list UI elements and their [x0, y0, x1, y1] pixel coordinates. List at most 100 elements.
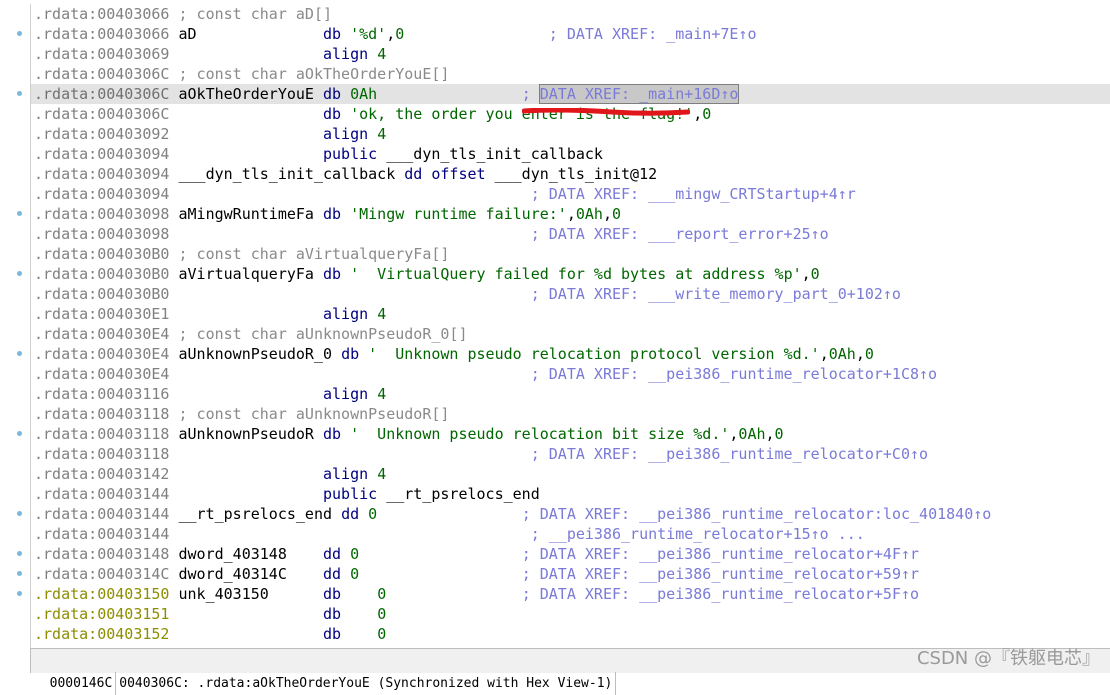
line-content[interactable]: dword_40314C dd 0 ; DATA XREF: __pei386_… — [169, 565, 919, 583]
line-address[interactable]: .rdata:004030B0 — [34, 265, 169, 283]
line-address[interactable]: .rdata:00403116 — [34, 385, 169, 403]
listing-line[interactable]: .rdata:004030E4 ; DATA XREF: __pei386_ru… — [31, 364, 1110, 384]
listing-line[interactable]: .rdata:004030B0 aVirtualqueryFa db ' Vir… — [31, 264, 1110, 284]
line-content[interactable]: aVirtualqueryFa db ' VirtualQuery failed… — [169, 265, 819, 283]
line-address[interactable]: .rdata:004030E1 — [34, 305, 169, 323]
line-content[interactable]: ; DATA XREF: __pei386_runtime_relocator+… — [169, 365, 937, 383]
line-address[interactable]: .rdata:00403092 — [34, 125, 169, 143]
line-address[interactable]: .rdata:00403098 — [34, 205, 169, 223]
disassembly-listing[interactable]: .rdata:00403066 ; const char aD[] .rdata:… — [30, 4, 1110, 648]
line-content[interactable]: ; const char aUnknownPseudoR_0[] — [169, 325, 467, 343]
line-content[interactable]: aUnknownPseudoR db ' Unknown pseudo relo… — [169, 425, 783, 443]
line-address[interactable]: .rdata:00403069 — [34, 45, 169, 63]
line-content[interactable]: ___dyn_tls_init_callback dd offset ___dy… — [169, 165, 657, 183]
line-address[interactable]: .rdata:004030B0 — [34, 285, 169, 303]
line-address[interactable]: .rdata:00403142 — [34, 465, 169, 483]
line-address[interactable]: .rdata:00403098 — [34, 225, 169, 243]
listing-line[interactable]: .rdata:00403094 ___dyn_tls_init_callback… — [31, 164, 1110, 184]
line-content[interactable]: align 4 — [169, 385, 386, 403]
listing-line[interactable]: .rdata:00403066 ; const char aD[] — [31, 4, 1110, 24]
listing-line[interactable]: .rdata:00403069 align 4 — [31, 44, 1110, 64]
listing-line[interactable]: .rdata:0040306C db 'ok, the order you en… — [31, 104, 1110, 124]
line-content[interactable]: dword_403148 dd 0 ; DATA XREF: __pei386_… — [169, 545, 919, 563]
line-content[interactable]: aMingwRuntimeFa db 'Mingw runtime failur… — [169, 205, 621, 223]
line-address[interactable]: .rdata:00403151 — [34, 605, 169, 623]
listing-line[interactable]: .rdata:00403094 public ___dyn_tls_init_c… — [31, 144, 1110, 164]
line-content[interactable]: aOkTheOrderYouE db 0Ah ; DATA XREF: _mai… — [169, 84, 740, 104]
line-address[interactable]: .rdata:00403066 — [34, 25, 169, 43]
listing-line[interactable]: .rdata:00403098 ; DATA XREF: ___report_e… — [31, 224, 1110, 244]
line-content[interactable]: aUnknownPseudoR_0 db ' Unknown pseudo re… — [169, 345, 873, 363]
listing-gutter — [0, 0, 30, 648]
listing-line[interactable]: .rdata:00403094 ; DATA XREF: ___mingw_CR… — [31, 184, 1110, 204]
listing-line[interactable]: .rdata:00403150 unk_403150 db 0 ; DATA X… — [31, 584, 1110, 604]
line-content[interactable]: ; __pei386_runtime_relocator+15↑o ... — [169, 525, 865, 543]
line-address[interactable]: .rdata:00403152 — [34, 625, 169, 643]
listing-line[interactable]: .rdata:00403148 dword_403148 dd 0 ; DATA… — [31, 544, 1110, 564]
line-content[interactable]: ; const char aOkTheOrderYouE[] — [169, 65, 449, 83]
line-content[interactable]: __rt_psrelocs_end dd 0 ; DATA XREF: __pe… — [169, 505, 991, 523]
line-content[interactable]: db 0 — [169, 605, 386, 623]
listing-line[interactable]: .rdata:004030B0 ; const char aVirtualque… — [31, 244, 1110, 264]
line-address[interactable]: .rdata:0040306C — [34, 105, 169, 123]
line-content[interactable]: align 4 — [169, 45, 386, 63]
line-content[interactable]: ; const char aUnknownPseudoR[] — [169, 405, 449, 423]
line-content[interactable]: ; DATA XREF: ___report_error+25↑o — [169, 225, 829, 243]
listing-line[interactable]: .rdata:00403152 db 0 — [31, 624, 1110, 644]
line-address[interactable]: .rdata:0040306C — [34, 85, 169, 103]
line-content[interactable]: public __rt_psrelocs_end — [169, 485, 540, 503]
xref-marker-dot — [17, 571, 22, 576]
line-address[interactable]: .rdata:00403094 — [34, 165, 169, 183]
line-content[interactable]: align 4 — [169, 465, 386, 483]
listing-line[interactable]: .rdata:00403118 ; const char aUnknownPse… — [31, 404, 1110, 424]
line-content[interactable]: ; DATA XREF: ___mingw_CRTStartup+4↑r — [169, 185, 856, 203]
line-content[interactable]: align 4 — [169, 125, 386, 143]
line-address[interactable]: .rdata:004030B0 — [34, 245, 169, 263]
line-content[interactable]: ; const char aVirtualqueryFa[] — [169, 245, 449, 263]
line-address[interactable]: .rdata:004030E4 — [34, 365, 169, 383]
line-address[interactable]: .rdata:004030E4 — [34, 345, 169, 363]
listing-line[interactable]: .rdata:004030B0 ; DATA XREF: ___write_me… — [31, 284, 1110, 304]
line-address[interactable]: .rdata:00403118 — [34, 425, 169, 443]
listing-line[interactable]: .rdata:00403118 ; DATA XREF: __pei386_ru… — [31, 444, 1110, 464]
line-address[interactable]: .rdata:00403094 — [34, 145, 169, 163]
listing-line[interactable]: .rdata:00403098 aMingwRuntimeFa db 'Ming… — [31, 204, 1110, 224]
listing-line[interactable]: .rdata:004030E1 align 4 — [31, 304, 1110, 324]
line-address[interactable]: .rdata:00403094 — [34, 185, 169, 203]
line-content[interactable]: ; DATA XREF: ___write_memory_part_0+102↑… — [169, 285, 901, 303]
line-address[interactable]: .rdata:00403066 — [34, 5, 169, 23]
listing-line[interactable]: .rdata:00403144 ; __pei386_runtime_reloc… — [31, 524, 1110, 544]
line-address[interactable]: .rdata:00403118 — [34, 405, 169, 423]
listing-line[interactable]: .rdata:004030E4 aUnknownPseudoR_0 db ' U… — [31, 344, 1110, 364]
line-content[interactable]: db 'ok, the order you enter is the flag!… — [169, 105, 711, 123]
xref-marker-dot — [17, 91, 22, 96]
line-address[interactable]: .rdata:00403148 — [34, 545, 169, 563]
listing-line[interactable]: .rdata:00403144 public __rt_psrelocs_end — [31, 484, 1110, 504]
line-content[interactable]: align 4 — [169, 305, 386, 323]
line-address[interactable]: .rdata:004030E4 — [34, 325, 169, 343]
line-content[interactable]: db 0 — [169, 625, 386, 643]
listing-line[interactable]: .rdata:00403092 align 4 — [31, 124, 1110, 144]
line-content[interactable]: aD db '%d',0 ; DATA XREF: _main+7E↑o — [169, 25, 756, 43]
line-address[interactable]: .rdata:00403150 — [34, 585, 169, 603]
line-address[interactable]: .rdata:00403118 — [34, 445, 169, 463]
line-address[interactable]: .rdata:00403144 — [34, 505, 169, 523]
line-address[interactable]: .rdata:00403144 — [34, 485, 169, 503]
listing-line[interactable]: .rdata:0040306C ; const char aOkTheOrder… — [31, 64, 1110, 84]
listing-line[interactable]: .rdata:00403144 __rt_psrelocs_end dd 0 ;… — [31, 504, 1110, 524]
line-content[interactable]: unk_403150 db 0 ; DATA XREF: __pei386_ru… — [169, 585, 919, 603]
listing-line[interactable]: .rdata:00403151 db 0 — [31, 604, 1110, 624]
listing-line[interactable]: .rdata:004030E4 ; const char aUnknownPse… — [31, 324, 1110, 344]
line-content[interactable]: ; const char aD[] — [169, 5, 332, 23]
line-address[interactable]: .rdata:00403144 — [34, 525, 169, 543]
listing-line[interactable]: .rdata:00403066 aD db '%d',0 ; DATA XREF… — [31, 24, 1110, 44]
line-content[interactable]: public ___dyn_tls_init_callback — [169, 145, 603, 163]
listing-line[interactable]: .rdata:00403118 aUnknownPseudoR db ' Unk… — [31, 424, 1110, 444]
listing-line[interactable]: .rdata:0040314C dword_40314C dd 0 ; DATA… — [31, 564, 1110, 584]
listing-line[interactable]: .rdata:00403142 align 4 — [31, 464, 1110, 484]
listing-line[interactable]: .rdata:0040306C aOkTheOrderYouE db 0Ah ;… — [31, 84, 1110, 104]
line-address[interactable]: .rdata:0040306C — [34, 65, 169, 83]
listing-line[interactable]: .rdata:00403116 align 4 — [31, 384, 1110, 404]
line-address[interactable]: .rdata:0040314C — [34, 565, 169, 583]
line-content[interactable]: ; DATA XREF: __pei386_runtime_relocator+… — [169, 445, 928, 463]
